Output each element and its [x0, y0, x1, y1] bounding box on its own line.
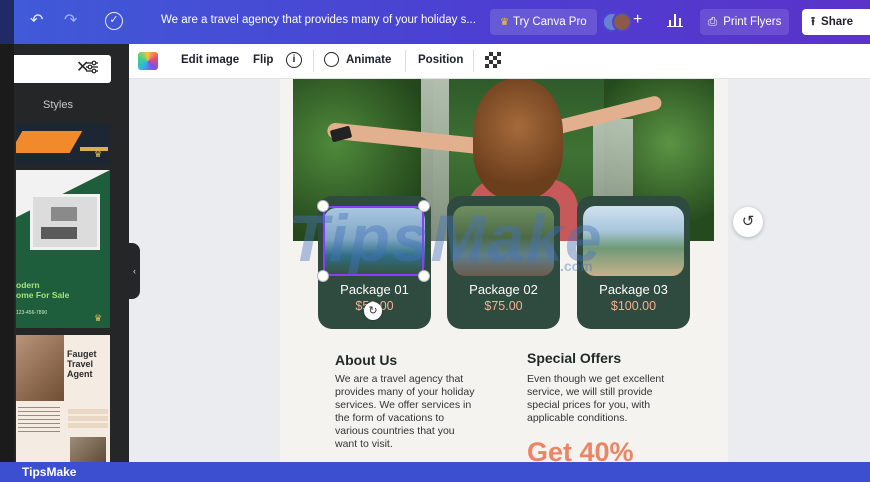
- template-thumbnail[interactable]: Fauget Travel Agent: [16, 335, 110, 462]
- template-thumbnail[interactable]: odern ome For Sale 123-456-7890 ♛: [16, 170, 110, 328]
- transparency-icon[interactable]: [485, 52, 501, 68]
- collapse-panel-button[interactable]: ‹: [129, 243, 140, 299]
- offers-text: Even though we get excellent service, we…: [527, 373, 665, 424]
- orange-stripe: [16, 131, 83, 153]
- share-button[interactable]: ⭱ Share: [802, 9, 870, 35]
- color-adjust-icon[interactable]: [138, 52, 158, 70]
- upload-icon: ⭱: [811, 16, 816, 28]
- toolbar-divider: [313, 50, 314, 72]
- footer-brand: TipsMake: [22, 465, 77, 479]
- watermark: TipsMake: [288, 201, 604, 275]
- watermark-suffix: .com: [560, 258, 593, 274]
- sidebar-rail: [0, 44, 14, 462]
- share-label: Share: [821, 16, 853, 28]
- offers-title: Special Offers: [527, 350, 622, 366]
- travel-photo: [16, 335, 64, 401]
- template-list: [68, 409, 108, 429]
- package-name: Package 03: [599, 282, 668, 297]
- regenerate-icon[interactable]: ↺: [733, 207, 763, 237]
- template-thumbnail[interactable]: ♛: [16, 123, 110, 165]
- flip-button[interactable]: Flip: [253, 54, 273, 66]
- animate-button[interactable]: Animate: [346, 54, 391, 66]
- package-price: $100.00: [610, 299, 657, 313]
- try-canva-pro-button[interactable]: ♛ Try Canva Pro: [490, 9, 597, 35]
- toolbar-divider: [405, 50, 406, 72]
- filter-icon[interactable]: [85, 60, 99, 74]
- styles-label[interactable]: Styles: [43, 99, 73, 111]
- top-bar: ↶ ↷ ✓ We are a travel agency that provid…: [0, 0, 870, 44]
- try-pro-label: Try Canva Pro: [512, 16, 587, 28]
- insights-chart-icon[interactable]: [667, 11, 683, 27]
- package-name: Package 02: [469, 282, 538, 297]
- printer-icon: ⎙: [708, 16, 718, 28]
- redo-icon[interactable]: ↷: [64, 12, 77, 30]
- about-title: About Us: [335, 352, 398, 368]
- edit-image-button[interactable]: Edit image: [181, 54, 239, 66]
- collaborator-avatars[interactable]: [602, 8, 632, 36]
- footer-banner: TipsMake: [0, 462, 870, 482]
- animate-icon[interactable]: [324, 52, 339, 67]
- document-title[interactable]: We are a travel agency that provides man…: [161, 14, 476, 26]
- avatar: [612, 12, 632, 32]
- package-price: $75.00: [484, 299, 523, 313]
- template-phone: 123-456-7890: [16, 310, 48, 316]
- crown-icon: ♛: [94, 149, 103, 159]
- position-button[interactable]: Position: [418, 54, 463, 66]
- cloud-check-icon[interactable]: ✓: [105, 12, 123, 30]
- info-icon[interactable]: i: [286, 52, 302, 68]
- toolbar-divider: [473, 50, 474, 72]
- print-label: Print Flyers: [723, 16, 782, 28]
- crown-icon: ♛: [94, 313, 103, 323]
- package-name: Package 01: [340, 282, 409, 297]
- travel-photo: [70, 437, 106, 462]
- print-flyers-button[interactable]: ⎙ Print Flyers: [700, 9, 790, 35]
- undo-icon[interactable]: ↶: [30, 12, 43, 30]
- template-body-text: [18, 407, 60, 435]
- template-heading: Fauget Travel Agent: [67, 349, 97, 379]
- top-bar-edge: [0, 0, 14, 44]
- woman-hair: [473, 79, 563, 199]
- template-heading: odern ome For Sale: [16, 280, 70, 300]
- crown-icon: ♛: [500, 17, 509, 28]
- room-photo: [30, 194, 100, 250]
- add-collaborator-button[interactable]: +: [633, 11, 642, 29]
- canva-editor: ↶ ↷ ✓ We are a travel agency that provid…: [0, 0, 870, 482]
- about-text: We are a travel agency that provides man…: [335, 373, 475, 450]
- rotate-icon[interactable]: ↻: [364, 302, 382, 320]
